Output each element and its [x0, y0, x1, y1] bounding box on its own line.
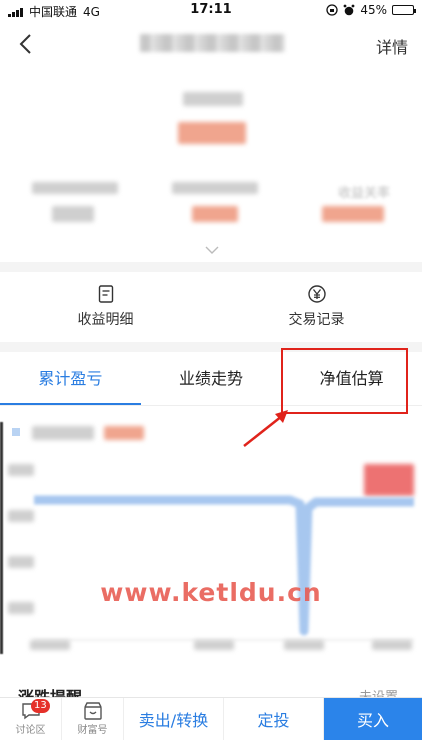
shortcut-row: 收益明细 交易记录 — [0, 272, 422, 342]
tab-cumulative-pnl[interactable]: 累计盈亏 — [0, 352, 141, 405]
wealth-account-label: 财富号 — [77, 725, 108, 736]
status-bar: 中国联通 4G 17:11 45% — [0, 0, 422, 20]
summary-label-blurred — [183, 92, 243, 106]
stat-label-blurred-2 — [172, 182, 258, 194]
back-arrow-icon[interactable] — [14, 32, 38, 56]
discussion-button[interactable]: 讨论区 13 — [0, 698, 62, 740]
section-divider — [0, 262, 422, 272]
section-divider-2 — [0, 342, 422, 352]
x-tick-blurred-3 — [284, 640, 324, 650]
x-tick-blurred-4 — [372, 640, 412, 650]
store-icon — [83, 702, 102, 720]
stat-value-blurred-3 — [322, 206, 384, 222]
status-right: 45% — [326, 3, 416, 17]
document-icon — [98, 285, 113, 303]
battery-percent: 45% — [360, 3, 387, 17]
sell-convert-button[interactable]: 卖出/转换 — [124, 698, 224, 740]
auto-invest-button[interactable]: 定投 — [224, 698, 324, 740]
pnl-chart — [0, 416, 422, 662]
stat-label-3: 收益关率 — [337, 186, 390, 201]
wealth-account-button[interactable]: 财富号 — [62, 698, 124, 740]
income-detail-label: 收益明细 — [77, 312, 134, 328]
chart-line — [34, 495, 414, 641]
battery-icon — [392, 5, 416, 15]
watermark-text: www.ketldu.cn — [100, 578, 322, 607]
chart-tabs: 累计盈亏 业绩走势 净值估算 — [0, 352, 422, 406]
tab-performance-trend[interactable]: 业绩走势 — [141, 352, 282, 405]
detail-button[interactable]: 详情 — [376, 34, 408, 58]
summary-value-blurred — [178, 122, 246, 144]
chevron-down-icon[interactable] — [205, 246, 219, 254]
income-detail-shortcut[interactable]: 收益明细 — [0, 272, 211, 342]
buy-button[interactable]: 买入 — [324, 698, 422, 740]
stat-value-blurred-2 — [192, 206, 238, 222]
discussion-badge: 13 — [31, 699, 50, 713]
fund-summary: 收益关率 — [0, 70, 422, 260]
stat-label-blurred-1 — [32, 182, 118, 194]
stat-value-blurred-1 — [52, 206, 94, 222]
alarm-icon — [343, 4, 355, 16]
x-tick-blurred-2 — [194, 640, 234, 650]
page-title-blurred — [140, 34, 285, 52]
tab-nav-estimate[interactable]: 净值估算 — [281, 352, 422, 405]
transaction-record-shortcut[interactable]: 交易记录 — [211, 272, 422, 342]
bottom-action-bar: 讨论区 13 财富号 卖出/转换 定投 买入 — [0, 697, 422, 740]
x-tick-blurred-1 — [30, 640, 70, 650]
discussion-label: 讨论区 — [15, 725, 46, 736]
transaction-record-label: 交易记录 — [288, 312, 345, 328]
yen-icon — [307, 285, 326, 303]
rotation-lock-icon — [326, 4, 338, 16]
nav-bar: 详情 — [0, 20, 422, 70]
